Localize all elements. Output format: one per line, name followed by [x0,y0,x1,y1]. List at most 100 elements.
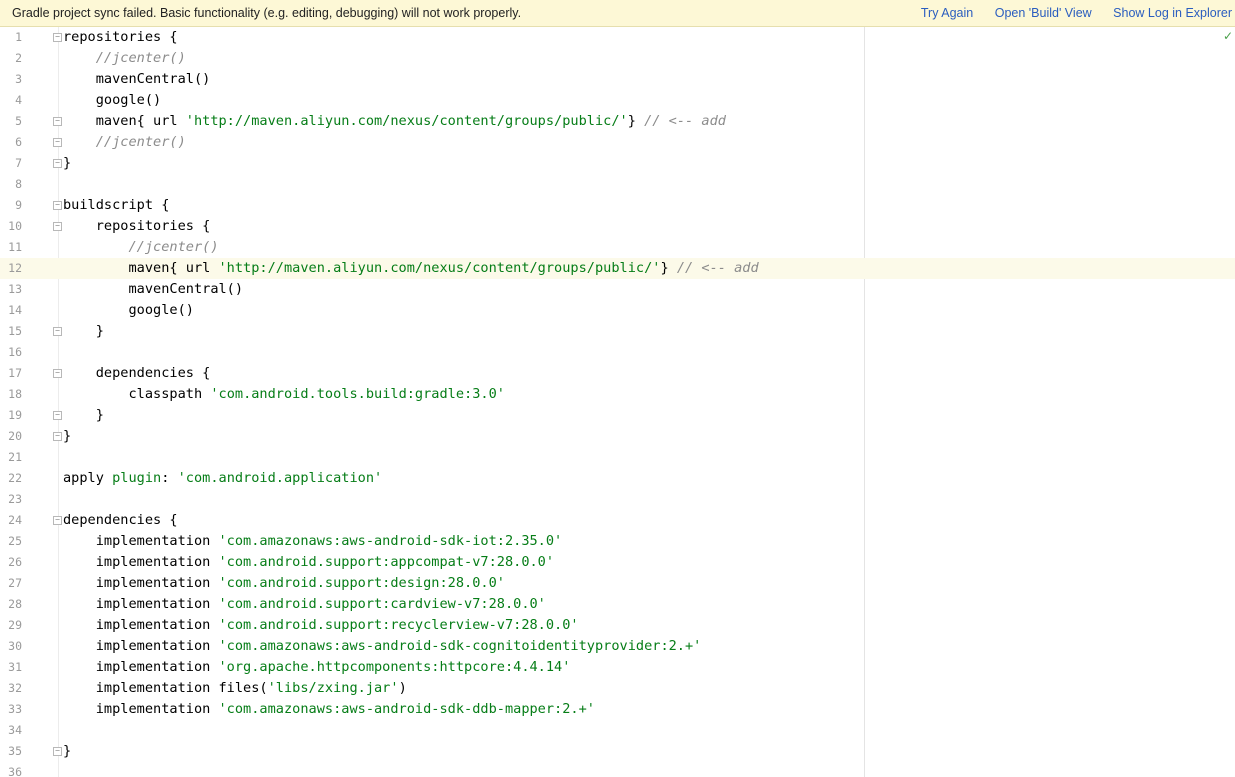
code-text: implementation 'com.amazonaws:aws-androi… [63,636,702,657]
code-editor[interactable]: 1− repositories {2 //jcenter() 3 mavenCent… [0,27,1235,777]
code-line[interactable]: 20 −} [0,426,1235,447]
code-line[interactable]: 25 implementation 'com.amazonaws:aws-and… [0,531,1235,552]
code-line[interactable]: 17 − dependencies { [0,363,1235,384]
line-number: 10 [8,219,22,233]
fold-toggle-icon[interactable]: − [53,369,62,378]
code-line[interactable]: 8 [0,174,1235,195]
show-log-in-explorer-link[interactable]: Show Log in Explorer [1113,6,1232,20]
code-token: //jcenter() [95,134,186,150]
code-line[interactable]: 3 mavenCentral() [0,69,1235,90]
line-number: 29 [8,618,22,632]
code-line[interactable]: 31 implementation 'org.apache.httpcompon… [0,657,1235,678]
code-text: maven{ url 'http://maven.aliyun.com/nexu… [63,111,726,132]
line-number: 35 [8,744,22,758]
code-token: implementation [63,659,219,675]
fold-toggle-icon[interactable]: − [53,138,62,147]
code-line[interactable]: 27 implementation 'com.android.support:d… [0,573,1235,594]
fold-toggle-icon[interactable]: − [53,222,62,231]
code-line[interactable]: 19 − } [0,405,1235,426]
code-token: } [627,113,645,129]
code-line[interactable]: 12 maven{ url 'http://maven.aliyun.com/n… [0,258,1235,279]
line-number: 13 [8,282,22,296]
code-line[interactable]: 24 − dependencies { [0,510,1235,531]
code-text: } [63,405,104,426]
line-number: 16 [8,345,22,359]
code-line[interactable]: 5 − maven{ url 'http://maven.aliyun.com/n… [0,111,1235,132]
fold-toggle-icon[interactable]: − [53,201,62,210]
fold-toggle-icon[interactable]: − [53,747,62,756]
line-number: 36 [8,765,22,777]
code-line[interactable]: 15 − } [0,321,1235,342]
line-number: 26 [8,555,22,569]
code-line[interactable]: 11 //jcenter() [0,237,1235,258]
code-token: // <-- add [644,113,726,129]
code-line[interactable]: 35 −} [0,741,1235,762]
code-line[interactable]: 33 implementation 'com.amazonaws:aws-and… [0,699,1235,720]
line-number: 4 [15,93,22,107]
code-line[interactable]: 4 google() [0,90,1235,111]
code-token: implementation [63,554,219,570]
code-token: implementation [63,596,219,612]
code-text: implementation 'org.apache.httpcomponent… [63,657,571,678]
code-line[interactable]: 29 implementation 'com.android.support:r… [0,615,1235,636]
code-text: repositories { [63,27,178,48]
line-number: 21 [8,450,22,464]
code-token: } [63,407,104,423]
code-line[interactable]: 6 − //jcenter() [0,132,1235,153]
code-line[interactable]: 36 [0,762,1235,777]
fold-toggle-icon[interactable]: − [53,516,62,525]
code-line[interactable]: 10 − repositories { [0,216,1235,237]
code-text: implementation 'com.android.support:card… [63,594,546,615]
code-line[interactable]: 23 [0,489,1235,510]
code-text: //jcenter() [63,48,186,69]
line-number: 25 [8,534,22,548]
code-token: mavenCentral() [63,71,211,87]
code-token: 'com.amazonaws:aws-android-sdk-cognitoid… [218,638,702,654]
fold-toggle-icon[interactable]: − [53,117,62,126]
code-token: 'com.android.support:cardview-v7:28.0.0' [218,596,546,612]
line-number: 23 [8,492,22,506]
code-text: apply plugin: 'com.android.application' [63,468,382,489]
line-number: 6 [15,135,22,149]
line-number: 2 [15,51,22,65]
fold-toggle-icon[interactable]: − [53,33,62,42]
code-line[interactable]: 7 −} [0,153,1235,174]
code-text: implementation files('libs/zxing.jar') [63,678,407,699]
code-line[interactable]: 16 [0,342,1235,363]
code-line[interactable]: 34 [0,720,1235,741]
fold-toggle-icon[interactable]: − [53,159,62,168]
code-text: } [63,153,71,174]
code-line[interactable]: 2 //jcenter() [0,48,1235,69]
fold-toggle-icon[interactable]: − [53,327,62,336]
try-again-link[interactable]: Try Again [921,6,973,20]
code-token: } [63,743,72,759]
code-text: implementation 'com.amazonaws:aws-androi… [63,699,595,720]
line-number: 5 [15,114,22,128]
code-token: 'com.amazonaws:aws-android-sdk-iot:2.35.… [218,533,563,549]
code-text: } [63,321,104,342]
code-text: implementation 'com.android.support:recy… [63,615,579,636]
line-number: 7 [15,156,22,170]
code-line[interactable]: 26 implementation 'com.android.support:a… [0,552,1235,573]
code-token: apply [63,470,113,486]
code-line[interactable]: 13 mavenCentral() [0,279,1235,300]
fold-toggle-icon[interactable]: − [53,411,62,420]
line-number: 27 [8,576,22,590]
code-text: implementation 'com.amazonaws:aws-androi… [63,531,563,552]
code-line[interactable]: 32 implementation files('libs/zxing.jar'… [0,678,1235,699]
code-line[interactable]: 18 classpath 'com.android.tools.build:gr… [0,384,1235,405]
line-number: 28 [8,597,22,611]
code-line[interactable]: 21 [0,447,1235,468]
code-line[interactable]: 14 google() [0,300,1235,321]
fold-toggle-icon[interactable]: − [53,432,62,441]
code-token: maven{ url [63,113,186,129]
code-line[interactable]: 28 implementation 'com.android.support:c… [0,594,1235,615]
code-token: google() [63,302,194,318]
code-line[interactable]: 1 − repositories { [0,27,1235,48]
code-line[interactable]: 22 apply plugin: 'com.android.application… [0,468,1235,489]
code-line[interactable]: 9 − buildscript { [0,195,1235,216]
code-token: 'com.android.support:design:28.0.0' [218,575,505,591]
code-token: dependencies { [63,512,178,528]
code-line[interactable]: 30 implementation 'com.amazonaws:aws-and… [0,636,1235,657]
open-build-view-link[interactable]: Open 'Build' View [995,6,1092,20]
